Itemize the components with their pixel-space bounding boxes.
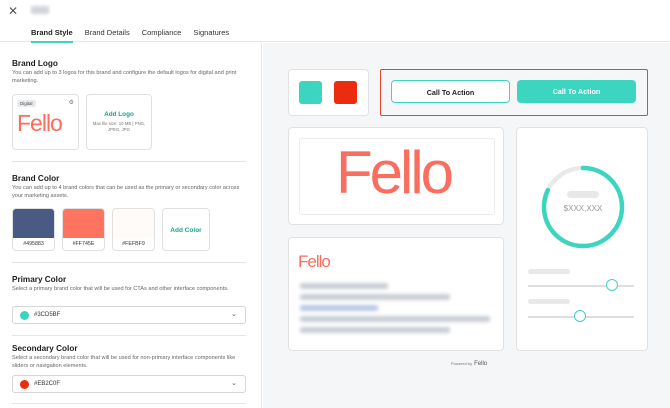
primary-color-title: Primary Color [12,275,67,284]
close-icon[interactable]: ✕ [7,5,19,17]
primary-color-select[interactable]: #3CD5BF ⌄ [12,306,246,324]
tab-compliance[interactable]: Compliance [142,28,182,43]
slider-thumb[interactable] [605,279,618,291]
divider [12,403,246,404]
color-swatch-1[interactable]: #495883 [12,208,55,251]
primary-color-value: #3CD5BF [34,312,61,318]
price-placeholder: $XXX,XXX [563,204,603,213]
preview-panel: Call To Action Call To Action Fello $XXX… [263,43,670,408]
slider-label-placeholder [528,299,570,304]
add-logo-label: Add Logo [104,111,134,118]
swatch-fill [13,209,54,238]
small-logo-image: Fello [298,252,331,271]
add-logo-meta: Max file size: 10 MB | PNG, JPEG, JPG [92,121,146,132]
chevron-down-icon: ⌄ [231,311,237,318]
swatch-code: #FF745E [72,241,95,247]
brand-name-blurred [31,6,49,14]
secondary-color-description: Select a secondary brand color that will… [12,355,236,369]
divider [12,161,246,162]
logo-card[interactable]: Digital ⚙ Fello [12,94,79,150]
color-preview-card [288,69,369,116]
secondary-color-value: #EB2C0F [34,381,61,387]
settings-panel: Brand Logo You can add up to 3 logos for… [0,43,262,408]
color-swatch-3[interactable]: #FEFBF9 [112,208,155,251]
digital-badge: Digital [17,100,36,107]
swatch-code: #FEFBF9 [122,241,145,247]
blurred-text-line [300,327,450,333]
tab-brand-style[interactable]: Brand Style [31,28,73,43]
color-dot [20,311,29,320]
color-dot [20,380,29,389]
secondary-color-title: Secondary Color [12,344,78,353]
cta-outline-button[interactable]: Call To Action [391,80,510,103]
brand-logo-title: Brand Logo [12,59,58,68]
top-bar: ✕ Brand Style Brand Details Compliance S… [0,0,670,43]
brand-color-title: Brand Color [12,174,60,183]
divider [12,262,246,263]
primary-color-description: Select a primary brand color that will b… [12,286,229,292]
brand-logo-description: You can add up to 3 logos for this brand… [12,70,237,84]
powered-by: Powered by Fello [451,361,487,367]
powered-by-brand: Fello [474,361,488,367]
logo-frame: Fello [299,138,495,215]
tab-signatures[interactable]: Signatures [193,28,229,43]
tab-bar: Brand Style Brand Details Compliance Sig… [31,28,229,43]
preview-logo-image: Fello [336,139,454,206]
brand-logo-image: Fello [17,110,63,136]
add-logo-button[interactable]: Add Logo Max file size: 10 MB | PNG, JPE… [86,94,152,150]
slider-thumb[interactable] [573,310,586,322]
color-swatch-2[interactable]: #FF745E [62,208,105,251]
swatch-fill [113,209,154,238]
tab-brand-details[interactable]: Brand Details [85,28,130,43]
brand-color-description: You can add up to 4 brand colors that ca… [12,185,240,199]
blurred-text-line [300,316,490,322]
primary-color-square [299,81,322,104]
add-color-button[interactable]: Add Color [162,208,210,251]
swatch-fill [63,209,104,238]
cta-filled-button[interactable]: Call To Action [517,80,636,103]
slider-track [528,285,634,287]
swatch-code: #495883 [23,241,44,247]
blurred-text-line [300,305,378,311]
slider-label-placeholder [528,269,570,274]
secondary-color-square [334,81,357,104]
gauge-label-placeholder [567,191,599,198]
blurred-text-line [300,294,450,300]
gear-icon[interactable]: ⚙ [69,99,74,106]
powered-by-label: Powered by [451,361,473,366]
chevron-down-icon: ⌄ [231,380,237,387]
secondary-color-select[interactable]: #EB2C0F ⌄ [12,375,246,393]
logo-preview-card: Fello [288,127,504,225]
blurred-text-line [300,283,388,289]
divider [12,335,246,336]
